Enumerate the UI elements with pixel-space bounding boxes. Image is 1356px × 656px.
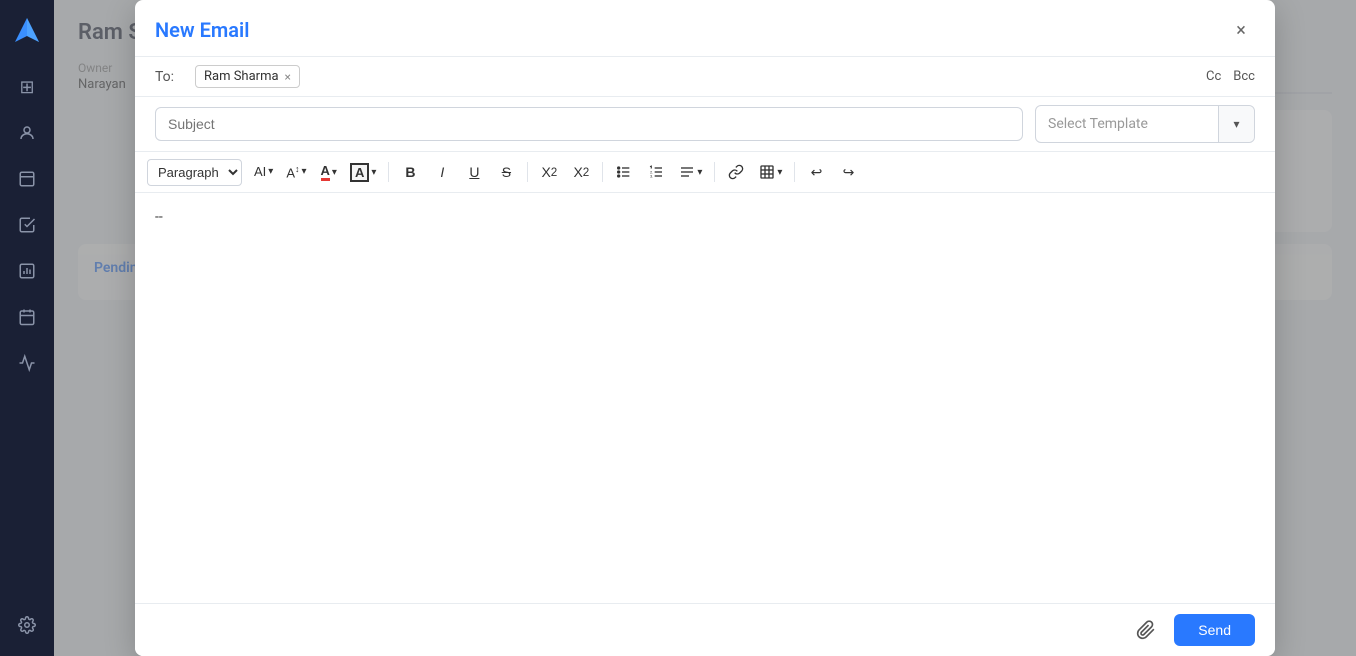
- table-arrow: ▾: [777, 167, 782, 178]
- tasks-icon[interactable]: [8, 206, 46, 244]
- font-size-adjust-icon: A↕: [286, 164, 299, 180]
- font-color-button[interactable]: A ▾: [315, 159, 343, 185]
- modal-footer: Send: [135, 603, 1275, 656]
- cc-button[interactable]: Cc: [1206, 69, 1221, 84]
- font-color-arrow: ▾: [332, 167, 337, 178]
- recipient-tags: Ram Sharma ×: [195, 65, 1194, 88]
- toolbar-divider-4: [714, 162, 715, 182]
- table-button[interactable]: ▾: [753, 160, 788, 184]
- modal-overlay: New Email × To: Ram Sharma × Cc Bcc: [54, 0, 1356, 656]
- editor-content: --: [155, 209, 163, 225]
- redo-button[interactable]: ↪: [833, 158, 863, 186]
- reports-icon[interactable]: [8, 252, 46, 290]
- toolbar-divider-3: [602, 162, 603, 182]
- toolbar-divider-2: [527, 162, 528, 182]
- paragraph-style-select[interactable]: Paragraph: [147, 159, 242, 186]
- toolbar-divider-5: [794, 162, 795, 182]
- italic-button[interactable]: I: [427, 158, 457, 186]
- font-size-icon: AI: [254, 164, 266, 179]
- font-size-button[interactable]: AI ▾: [248, 160, 279, 183]
- template-select[interactable]: Select Template ▾: [1035, 105, 1255, 143]
- bcc-button[interactable]: Bcc: [1233, 69, 1255, 84]
- remove-recipient-button[interactable]: ×: [285, 71, 291, 83]
- analytics-icon[interactable]: [8, 344, 46, 382]
- subject-input[interactable]: [155, 107, 1023, 141]
- svg-text:3.: 3.: [650, 173, 653, 178]
- font-size-adjust-button[interactable]: A↕ ▾: [280, 160, 312, 184]
- bg-color-button[interactable]: A ▾: [344, 159, 382, 186]
- sidebar: ⊞: [0, 0, 54, 656]
- editor-toolbar: Paragraph AI ▾ A↕ ▾ A ▾: [135, 152, 1275, 193]
- ordered-list-button[interactable]: 2. 3.: [641, 158, 671, 186]
- modal-title: New Email: [155, 18, 249, 42]
- main-area: Ram Sharma Owner Narayan Communication E…: [54, 0, 1356, 656]
- font-color-icon: A: [321, 163, 330, 181]
- calendar-icon[interactable]: [8, 298, 46, 336]
- undo-button[interactable]: ↩: [801, 158, 831, 186]
- font-size-adjust-arrow: ▾: [302, 166, 307, 177]
- bg-color-arrow: ▾: [371, 167, 376, 178]
- color-group: A ▾ A ▾: [315, 159, 383, 186]
- subject-row: Select Template ▾: [135, 97, 1275, 152]
- app-logo[interactable]: [9, 12, 45, 48]
- underline-button[interactable]: U: [459, 158, 489, 186]
- align-arrow: ▾: [697, 167, 702, 178]
- font-size-group: AI ▾ A↕ ▾: [248, 160, 313, 184]
- bg-color-icon: A: [350, 163, 369, 182]
- font-size-arrow: ▾: [268, 166, 273, 177]
- link-button[interactable]: [721, 158, 751, 186]
- settings-icon[interactable]: [8, 606, 46, 644]
- to-label: To:: [155, 69, 183, 85]
- to-row: To: Ram Sharma × Cc Bcc: [135, 57, 1275, 97]
- align-group: ▾: [673, 160, 708, 184]
- table-group: ▾: [753, 160, 788, 184]
- modal-header: New Email ×: [135, 0, 1275, 57]
- close-button[interactable]: ×: [1227, 16, 1255, 44]
- email-editor[interactable]: --: [135, 193, 1275, 603]
- recipient-name: Ram Sharma: [204, 69, 279, 84]
- bullet-list-button[interactable]: [609, 158, 639, 186]
- contacts-icon[interactable]: [8, 114, 46, 152]
- template-select-label: Select Template: [1036, 116, 1218, 132]
- bold-button[interactable]: B: [395, 158, 425, 186]
- deals-icon[interactable]: [8, 160, 46, 198]
- attach-file-button[interactable]: [1130, 614, 1162, 646]
- template-dropdown-arrow[interactable]: ▾: [1218, 106, 1254, 142]
- superscript-button[interactable]: X2: [566, 158, 596, 186]
- align-button[interactable]: ▾: [673, 160, 708, 184]
- cc-bcc-group: Cc Bcc: [1206, 69, 1255, 84]
- new-email-modal: New Email × To: Ram Sharma × Cc Bcc: [135, 0, 1275, 656]
- home-icon[interactable]: ⊞: [8, 68, 46, 106]
- recipient-tag[interactable]: Ram Sharma ×: [195, 65, 300, 88]
- subscript-button[interactable]: X2: [534, 158, 564, 186]
- toolbar-divider-1: [388, 162, 389, 182]
- send-button[interactable]: Send: [1174, 614, 1255, 646]
- strikethrough-button[interactable]: S: [491, 158, 521, 186]
